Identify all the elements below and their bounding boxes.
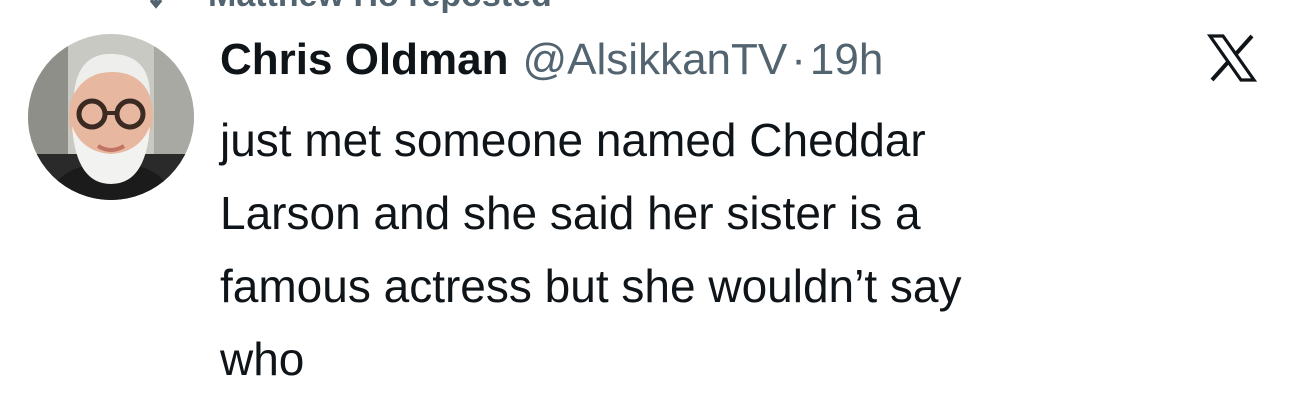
avatar[interactable] (28, 34, 194, 200)
repost-icon (149, 0, 194, 10)
author-handle[interactable]: @AlsikkanTV (523, 35, 788, 85)
x-logo-icon (1206, 32, 1258, 84)
tweet-text: just met someone named Cheddar Larson an… (220, 114, 962, 385)
tweet-timestamp[interactable]: 19h (810, 35, 883, 85)
repost-label: Matthew Ho reposted (208, 0, 552, 15)
author-display-name[interactable]: Chris Oldman (220, 35, 509, 85)
tweet-header: Chris Oldman @AlsikkanTV · 19h (220, 32, 883, 88)
repost-banner[interactable]: Matthew Ho reposted (149, 0, 552, 15)
separator-dot: · (791, 35, 806, 84)
